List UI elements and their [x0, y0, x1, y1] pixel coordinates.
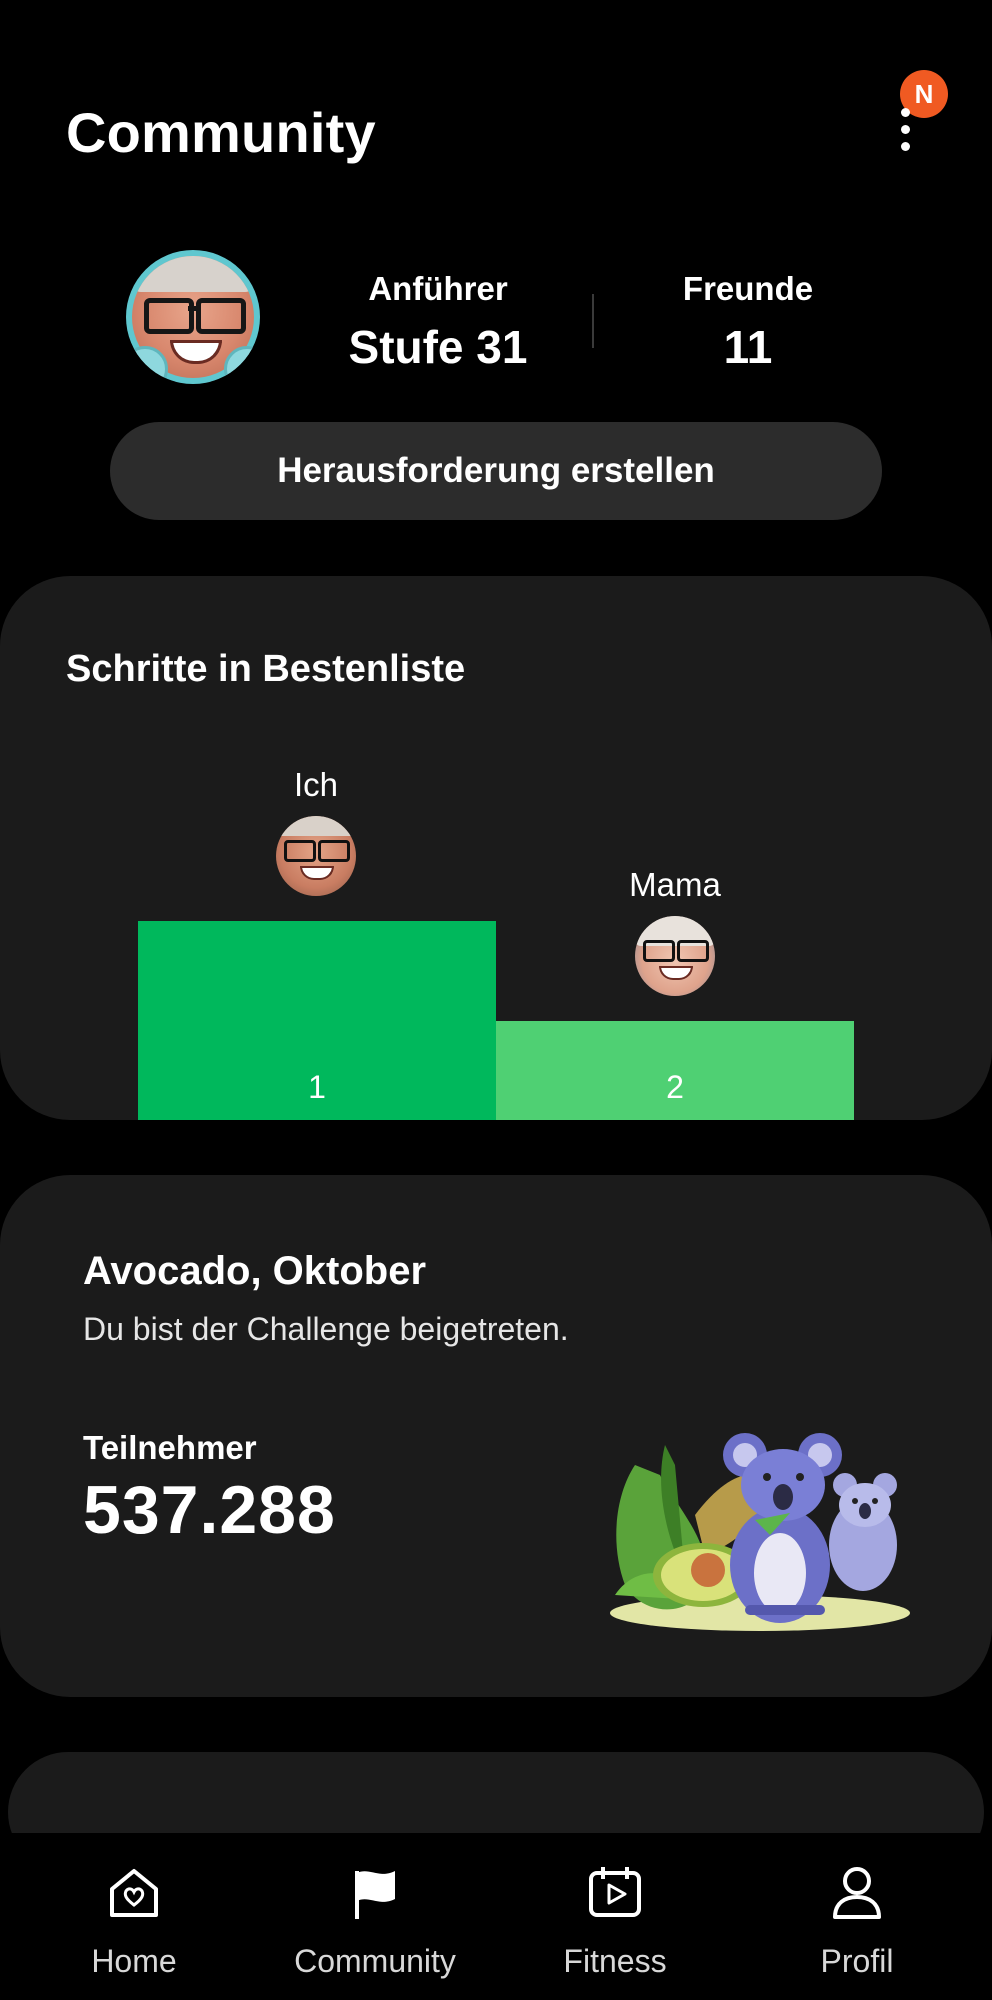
page-title: Community	[66, 101, 376, 164]
leaderboard-bar-2: 2	[496, 1021, 854, 1120]
leaderboard-card[interactable]: Schritte in Bestenliste Ich 1 Mama 2	[0, 576, 992, 1120]
nav-profile-label: Profil	[820, 1943, 894, 1979]
friends-label: Freunde	[682, 270, 814, 307]
nav-fitness-label: Fitness	[563, 1943, 667, 1979]
calendar-play-icon	[589, 1867, 641, 1917]
leaderboard-title: Schritte in Bestenliste	[66, 648, 466, 690]
avatar-ich	[276, 816, 356, 896]
participants-label: Teilnehmer	[83, 1429, 257, 1466]
more-options-icon[interactable]	[896, 108, 914, 158]
house-heart-icon	[110, 1869, 158, 1917]
leaderboard-name-2: Mama	[629, 866, 721, 903]
leader-label: Anführer	[368, 270, 508, 307]
challenge-status: Du bist der Challenge beigetreten.	[83, 1311, 569, 1347]
leaderboard-name-1: Ich	[293, 766, 339, 803]
nav-fitness[interactable]: Fitness	[515, 1833, 715, 2000]
nav-community-label: Community	[294, 1943, 456, 1979]
participants-count: 537.288	[83, 1472, 336, 1548]
avatar[interactable]	[126, 250, 260, 384]
nav-profile[interactable]: Profil	[757, 1833, 957, 2000]
create-challenge-button[interactable]: Herausforderung erstellen	[110, 422, 882, 520]
avatar-mama	[635, 916, 715, 996]
stats-divider	[592, 294, 594, 348]
rank-label-2: 2	[666, 1069, 684, 1105]
leaderboard-bar-1: 1	[138, 921, 496, 1120]
bottom-navigation: Home Community Fitness Profil	[0, 1833, 992, 2000]
person-icon	[833, 1867, 881, 1919]
rank-label-1: 1	[308, 1069, 326, 1105]
avocado-koala-illustration	[610, 1433, 910, 1631]
nav-community[interactable]: Community	[275, 1833, 475, 2000]
friends-count[interactable]: 11	[628, 320, 868, 374]
leader-level[interactable]: Stufe 31	[318, 320, 558, 374]
nav-home[interactable]: Home	[34, 1833, 234, 2000]
challenge-title: Avocado, Oktober	[83, 1249, 427, 1293]
nav-home-label: Home	[91, 1943, 177, 1979]
challenge-card[interactable]: Avocado, Oktober Du bist der Challenge b…	[0, 1175, 992, 1697]
flag-icon	[355, 1871, 395, 1919]
